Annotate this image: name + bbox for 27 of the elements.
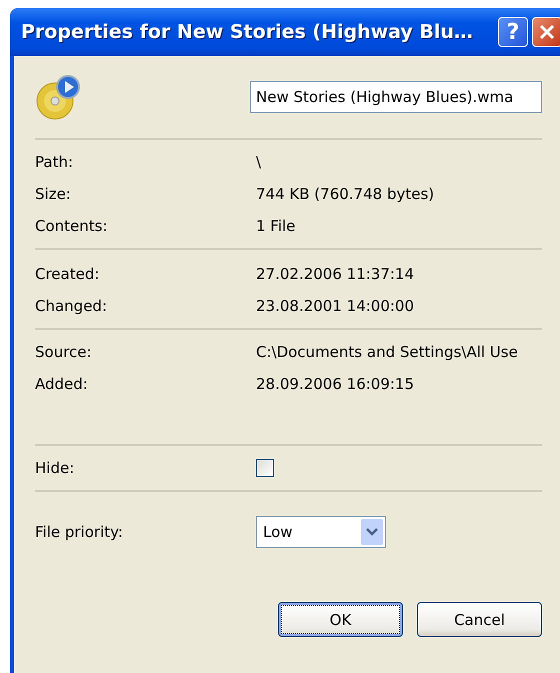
field-label: Size: bbox=[35, 185, 72, 203]
field-label: Contents: bbox=[35, 217, 109, 235]
dialog-button[interactable]: Cancel bbox=[417, 602, 542, 637]
field-label: Added: bbox=[35, 375, 89, 393]
field-label: Changed: bbox=[35, 297, 108, 315]
checkbox[interactable] bbox=[256, 459, 274, 477]
file-name-field[interactable]: New Stories (Highway Blues).wma bbox=[250, 81, 542, 113]
field-value: \ bbox=[256, 153, 262, 171]
field-value: 1 File bbox=[256, 217, 296, 235]
close-icon bbox=[539, 24, 555, 40]
help-button[interactable]: ? bbox=[498, 17, 528, 47]
close-button[interactable] bbox=[532, 17, 560, 47]
field-label: Path: bbox=[35, 153, 74, 171]
field-value: 23.08.2001 14:00:00 bbox=[256, 297, 414, 315]
field-label: File priority: bbox=[35, 523, 124, 541]
music-disc-icon bbox=[35, 73, 83, 121]
field-value: 744 KB (760.748 bytes) bbox=[256, 185, 434, 203]
priority-dropdown[interactable]: Low bbox=[256, 516, 386, 548]
field-value: 28.09.2006 16:09:15 bbox=[256, 375, 414, 393]
field-label: Created: bbox=[35, 265, 100, 283]
field-label: Source: bbox=[35, 343, 93, 361]
dialog-button[interactable]: OK bbox=[278, 602, 403, 637]
field-label: Hide: bbox=[35, 459, 76, 477]
window-title: Properties for New Stories (Highway Blu… bbox=[21, 21, 474, 43]
field-value: 27.02.2006 11:37:14 bbox=[256, 265, 414, 283]
field-value: C:\Documents and Settings\All Use bbox=[256, 343, 518, 361]
chevron-down-icon bbox=[366, 528, 378, 536]
